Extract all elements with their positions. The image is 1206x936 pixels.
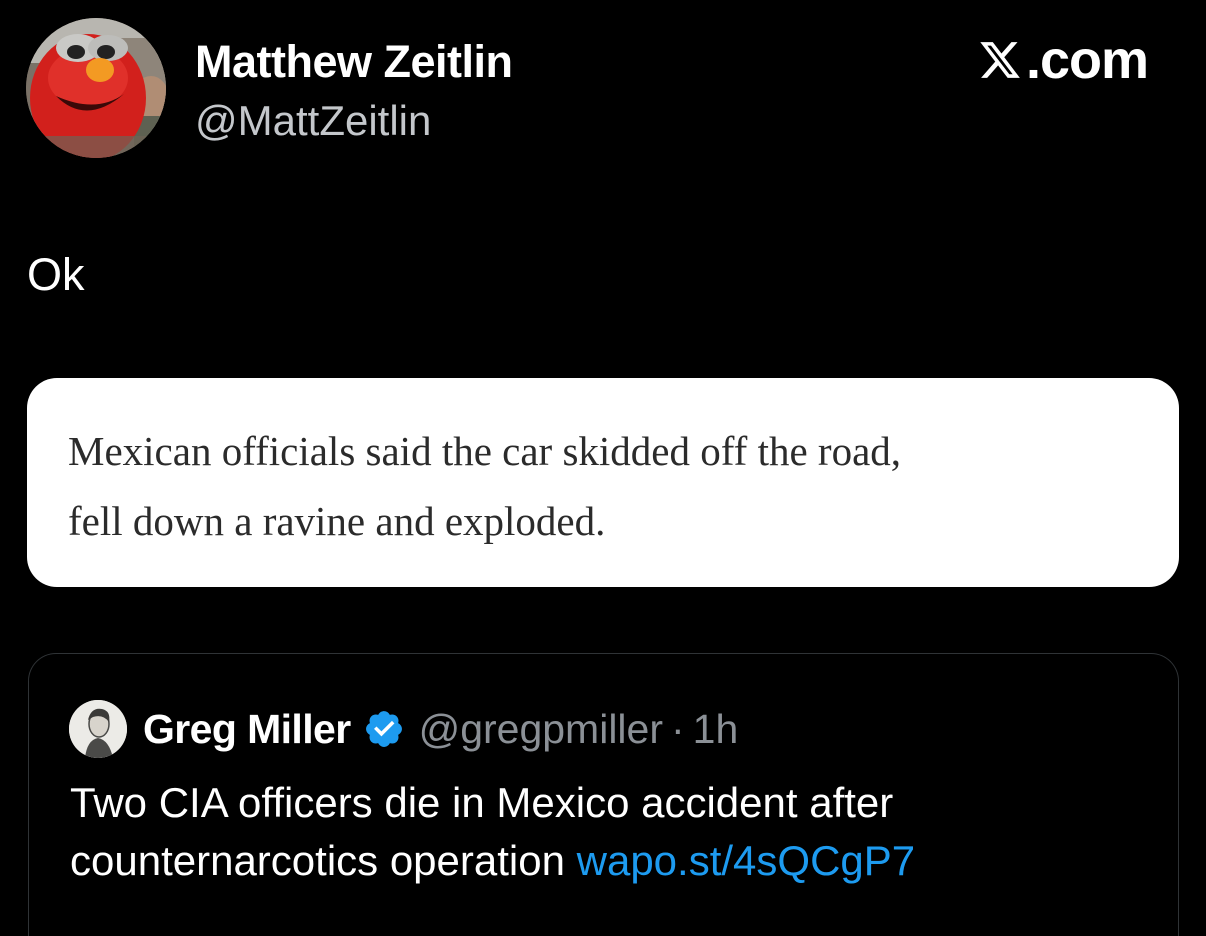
x-logo-icon [980,42,1020,78]
article-link[interactable]: wapo.st/4sQCgP7 [577,837,916,884]
brand-logo: .com [978,30,1149,90]
tweet-screenshot: Matthew Zeitlin @MattZeitlin .com Ok Mex… [0,0,1206,936]
tweet-text: Ok [27,249,85,300]
embedded-tweet-text: Two CIA officers die in Mexico accident … [70,774,1150,890]
embedded-tweet[interactable]: Greg Miller @gregpmiller · 1h Two CIA of… [28,653,1179,936]
greg-miller-avatar-photo [69,700,127,758]
embedded-tweet-header: Greg Miller @gregpmiller · 1h [69,700,738,758]
embedded-text-line: Two CIA officers die in Mexico accident … [70,779,894,826]
verified-badge-icon [365,711,402,747]
separator-dot: · [671,705,685,752]
quote-text: Mexican officials said the car skidded o… [68,416,1139,556]
brand-text: .com [1025,30,1149,90]
quote-line: Mexican officials said the car skidded o… [68,428,902,474]
quote-card: Mexican officials said the car skidded o… [27,378,1179,587]
author-handle[interactable]: @MattZeitlin [195,96,431,146]
quote-line: fell down a ravine and exploded. [68,498,606,544]
embedded-timestamp[interactable]: 1h [693,706,739,753]
author-avatar[interactable] [26,18,166,158]
embedded-author-handle[interactable]: @gregpmiller [419,706,663,753]
embedded-text-prefix: counternarcotics operation [70,837,577,884]
elmo-avatar-photo [26,18,166,158]
author-name[interactable]: Matthew Zeitlin [195,36,513,88]
embedded-author-name[interactable]: Greg Miller [143,706,351,753]
embedded-text-line: counternarcotics operation wapo.st/4sQCg… [70,832,1150,890]
embedded-author-avatar[interactable] [69,700,127,758]
